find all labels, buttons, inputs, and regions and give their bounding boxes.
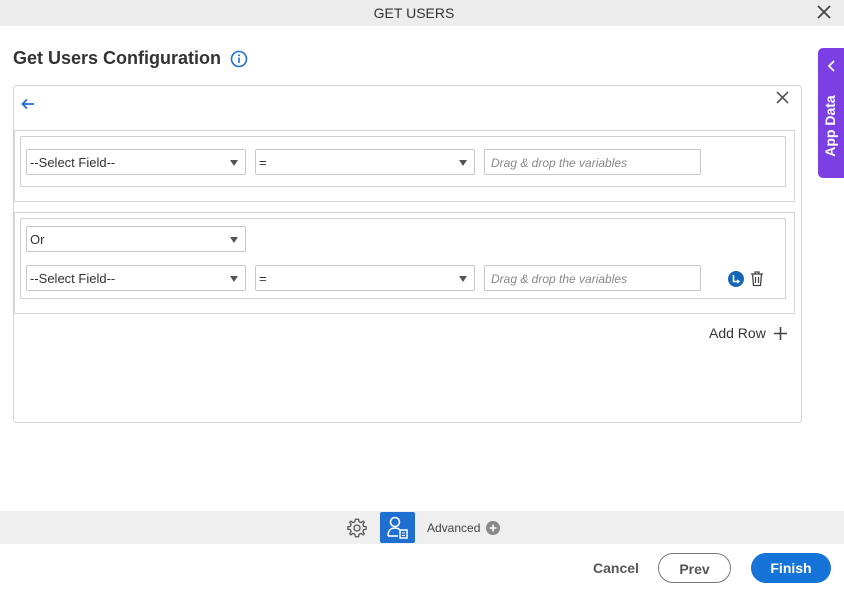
operator-dropdown-2[interactable]: = — [255, 265, 475, 291]
gear-icon[interactable] — [346, 517, 368, 539]
chevron-down-icon — [230, 276, 238, 282]
chevron-left-icon — [827, 60, 835, 72]
nested-condition-icon[interactable] — [728, 271, 744, 287]
variable-drop-placeholder-1: Drag & drop the variables — [491, 156, 628, 170]
finish-button[interactable]: Finish — [751, 553, 831, 583]
logic-operator-value: Or — [30, 232, 45, 247]
chevron-down-icon — [459, 276, 467, 282]
variable-drop-placeholder-2: Drag & drop the variables — [491, 272, 628, 286]
chevron-down-icon — [459, 160, 467, 166]
plus-circle-icon — [486, 521, 501, 535]
close-panel-icon[interactable] — [775, 90, 790, 105]
operator-value-1: = — [259, 155, 267, 170]
plus-icon — [773, 326, 787, 340]
operator-dropdown-1[interactable]: = — [255, 149, 475, 175]
user-settings-button[interactable] — [380, 512, 415, 543]
operator-value-2: = — [259, 271, 267, 286]
variable-drop-field-2[interactable]: Drag & drop the variables — [484, 265, 701, 291]
prev-button[interactable]: Prev — [658, 553, 731, 583]
variable-drop-field-1[interactable]: Drag & drop the variables — [484, 149, 701, 175]
app-data-tab[interactable]: App Data — [818, 48, 844, 178]
title-bar: GET USERS — [0, 0, 844, 26]
page-heading: Get Users Configuration — [13, 48, 248, 69]
select-field-value-1: --Select Field-- — [30, 155, 116, 170]
info-icon[interactable] — [230, 50, 248, 68]
cancel-button[interactable]: Cancel — [586, 553, 646, 583]
logic-operator-dropdown[interactable]: Or — [26, 226, 246, 252]
chevron-down-icon — [230, 237, 238, 243]
close-window-icon[interactable] — [816, 4, 832, 20]
advanced-toggle[interactable]: Advanced — [427, 521, 501, 535]
app-data-label: App Data — [822, 95, 838, 157]
advanced-label: Advanced — [427, 521, 481, 535]
back-arrow-icon[interactable] — [20, 96, 36, 112]
user-badge-icon — [387, 516, 408, 539]
window-title: GET USERS — [373, 5, 455, 21]
trash-icon[interactable] — [749, 270, 765, 287]
chevron-down-icon — [230, 160, 238, 166]
select-field-dropdown-2[interactable]: --Select Field-- — [26, 265, 246, 291]
add-row-button[interactable]: Add Row — [709, 325, 788, 341]
bottom-toolbar — [0, 511, 844, 544]
select-field-dropdown-1[interactable]: --Select Field-- — [26, 149, 246, 175]
select-field-value-2: --Select Field-- — [30, 271, 116, 286]
page-title: Get Users Configuration — [13, 48, 222, 68]
add-row-label: Add Row — [709, 325, 766, 341]
